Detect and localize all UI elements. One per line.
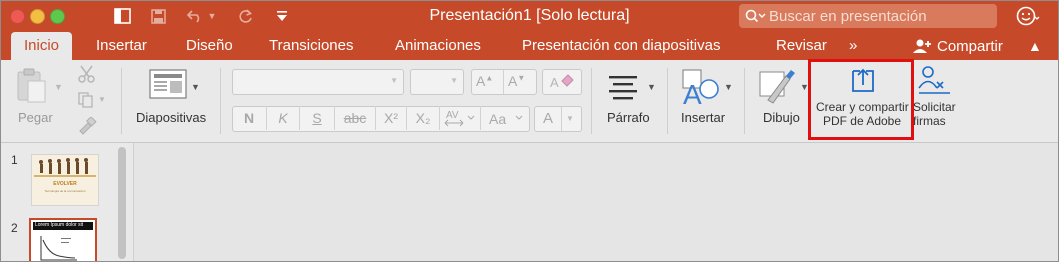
- slide-number: 1: [11, 153, 18, 167]
- add-person-icon: [912, 38, 932, 54]
- paintbrush-icon: [759, 70, 795, 104]
- font-dropdown-icon: ▼: [390, 76, 398, 85]
- italic-button[interactable]: K: [266, 106, 299, 130]
- zoom-window-button[interactable]: [50, 9, 65, 24]
- tab-presentacion[interactable]: Presentación con diapositivas: [522, 32, 720, 60]
- insert-dropdown-icon[interactable]: ▼: [724, 82, 733, 92]
- evolution-figures-icon: [34, 158, 96, 177]
- character-spacing-icon: AV: [444, 110, 475, 127]
- strikethrough-button[interactable]: abc: [334, 106, 375, 130]
- slide-number: 2: [11, 221, 18, 235]
- slide2-title: Lorem Ipsum dolor sit: [35, 222, 84, 228]
- bold-button[interactable]: N: [233, 106, 265, 130]
- slide1-subtitle: Tecnología de la comunicación: [44, 189, 86, 193]
- save-icon[interactable]: [147, 5, 169, 27]
- search-placeholder: Buscar en presentación: [769, 7, 927, 25]
- slide1-title: EVOLVER: [53, 181, 77, 187]
- subscript-button[interactable]: X₂: [406, 106, 439, 130]
- clear-formatting-button[interactable]: A: [542, 69, 582, 95]
- slide-layout-icon: [149, 69, 187, 99]
- slide-thumbnail-2[interactable]: Lorem Ipsum dolor sit: [29, 218, 97, 261]
- slides-dropdown-icon[interactable]: ▼: [191, 82, 200, 92]
- signature-icon: [918, 66, 950, 94]
- more-tabs-chevron[interactable]: »: [849, 32, 857, 60]
- font-size-select[interactable]: ▼: [410, 69, 464, 95]
- draw-button[interactable]: [758, 68, 798, 111]
- font-color-dropdown-icon: ▼: [566, 114, 574, 123]
- search-icon: [745, 9, 769, 23]
- insert-label: Insertar: [681, 110, 726, 125]
- align-lines-icon: [609, 76, 637, 100]
- paragraph-label: Párrafo: [607, 110, 650, 125]
- separator: [121, 68, 122, 134]
- search-box[interactable]: Buscar en presentación: [739, 4, 997, 28]
- tab-diseno[interactable]: Diseño: [186, 32, 233, 60]
- title-bar: ▼ Presentación1 [Solo lectura] Buscar en…: [1, 1, 1058, 32]
- tab-revisar[interactable]: Revisar: [776, 32, 827, 60]
- new-slide-button[interactable]: [149, 69, 187, 104]
- separator: [667, 68, 668, 134]
- customize-toolbar-icon[interactable]: [273, 5, 291, 27]
- collapse-ribbon-icon[interactable]: ▲: [1028, 32, 1042, 60]
- paragraph-button[interactable]: [605, 70, 645, 107]
- ribbon-tabs: Inicio Insertar Diseño Transiciones Anim…: [1, 32, 1058, 60]
- insert-shapes-icon: A: [682, 69, 719, 110]
- tab-inicio[interactable]: Inicio: [11, 32, 73, 60]
- undo-icon[interactable]: [184, 5, 206, 27]
- minimize-window-button[interactable]: [30, 9, 45, 24]
- svg-text:Aa: Aa: [489, 111, 506, 127]
- copy-icon[interactable]: [77, 91, 95, 114]
- insert-button[interactable]: A: [681, 66, 723, 111]
- grow-font-icon[interactable]: A▲: [476, 73, 493, 89]
- undo-dropdown-icon[interactable]: ▼: [206, 5, 218, 27]
- font-color-icon: A: [543, 110, 554, 127]
- slide-thumbnail-1[interactable]: EVOLVER Tecnología de la comunicación: [31, 154, 99, 206]
- eraser-icon: A: [550, 74, 574, 90]
- underline-button[interactable]: S: [299, 106, 334, 130]
- paragraph-dropdown-icon[interactable]: ▼: [647, 82, 656, 92]
- clipboard-icon: [17, 68, 46, 103]
- request-signatures-button[interactable]: [917, 64, 953, 101]
- separator: [744, 68, 745, 134]
- tab-animaciones[interactable]: Animaciones: [395, 32, 481, 60]
- tab-transiciones[interactable]: Transiciones: [269, 32, 353, 60]
- draw-label: Dibujo: [763, 110, 800, 125]
- feedback-smiley-icon[interactable]: [1016, 5, 1040, 29]
- separator: [220, 68, 221, 134]
- paste-dropdown-icon[interactable]: ▼: [54, 82, 63, 92]
- copy-dropdown-icon[interactable]: ▼: [98, 95, 106, 104]
- app-window: ▼ Presentación1 [Solo lectura] Buscar en…: [0, 0, 1059, 262]
- sidebar-toggle-icon[interactable]: [111, 5, 133, 27]
- share-button[interactable]: Compartir: [912, 32, 1003, 60]
- shrink-font-icon[interactable]: A▼: [508, 73, 525, 89]
- request-signatures-line2: firmas: [913, 114, 946, 128]
- superscript-button[interactable]: X²: [375, 106, 406, 130]
- tab-insertar[interactable]: Insertar: [96, 32, 147, 60]
- paste-button[interactable]: [15, 66, 51, 108]
- font-size-dropdown-icon: ▼: [450, 76, 458, 85]
- request-signatures-label: Solicitar firmas: [913, 100, 956, 128]
- close-window-button[interactable]: [10, 9, 25, 24]
- slide-editing-canvas[interactable]: [133, 143, 1058, 261]
- svg-text:A: A: [683, 79, 702, 106]
- slides-scrollbar[interactable]: [118, 147, 126, 259]
- redo-icon[interactable]: [234, 5, 256, 27]
- share-label: Compartir: [937, 37, 1003, 55]
- svg-text:A: A: [550, 75, 559, 90]
- character-spacing-button[interactable]: AV: [439, 106, 480, 130]
- format-painter-icon[interactable]: [77, 116, 97, 140]
- paste-label: Pegar: [18, 110, 53, 125]
- cut-icon[interactable]: [77, 65, 97, 88]
- request-signatures-line1: Solicitar: [913, 100, 956, 114]
- slide2-chart-icon: [40, 236, 77, 261]
- font-size-buttons: A▲ A▼: [471, 69, 537, 95]
- highlight-box: [808, 59, 914, 140]
- font-name-select[interactable]: ▼: [232, 69, 404, 95]
- slides-label: Diapositivas: [136, 110, 207, 125]
- separator: [591, 68, 592, 134]
- svg-text:AV: AV: [446, 110, 459, 121]
- change-case-button[interactable]: Aa: [480, 106, 529, 130]
- font-color-button[interactable]: A ▼: [534, 106, 582, 132]
- change-case-icon: Aa: [489, 111, 523, 127]
